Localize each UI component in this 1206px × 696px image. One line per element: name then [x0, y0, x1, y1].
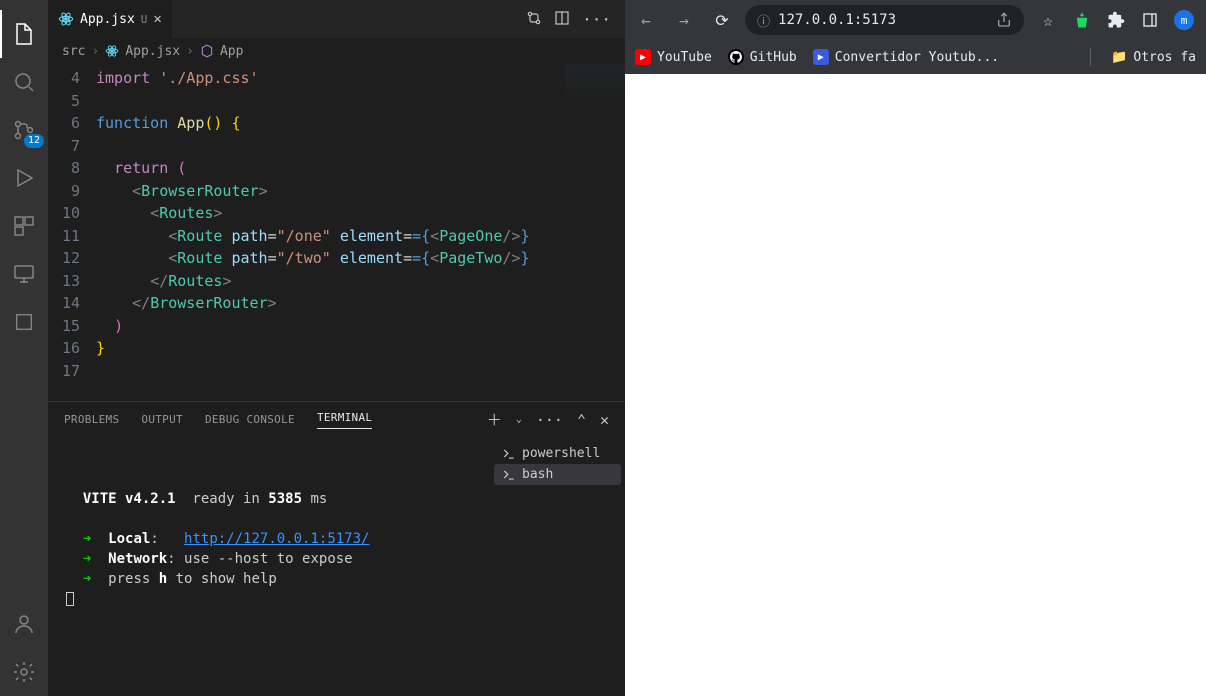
terminal-shell-icon: [502, 447, 516, 461]
address-bar[interactable]: ⓘ 127.0.0.1:5173: [745, 5, 1024, 35]
url-text: 127.0.0.1:5173: [778, 12, 988, 28]
tab-actions: ···: [526, 10, 625, 29]
react-file-icon: [105, 44, 119, 58]
browser-viewport[interactable]: [625, 74, 1206, 696]
browser-window: ← → ⟳ ⓘ 127.0.0.1:5173 ☆ m: [625, 0, 1206, 696]
tab-terminal[interactable]: TERMINAL: [317, 411, 372, 429]
tab-filename: App.jsx: [80, 12, 135, 27]
vscode-window: 12 App.jsx U ✕: [0, 0, 625, 696]
reload-button[interactable]: ⟳: [707, 5, 737, 35]
code-content[interactable]: import './App.css' function App() { retu…: [96, 64, 625, 401]
bottom-panel: PROBLEMS OUTPUT DEBUG CONSOLE TERMINAL ＋…: [48, 401, 625, 696]
terminal-powershell[interactable]: powershell: [494, 443, 621, 464]
tab-app-jsx[interactable]: App.jsx U ✕: [48, 0, 172, 38]
tab-output[interactable]: OUTPUT: [141, 413, 183, 426]
panel-tabs: PROBLEMS OUTPUT DEBUG CONSOLE TERMINAL ＋…: [48, 402, 625, 437]
bookmark-github[interactable]: GitHub: [728, 49, 797, 65]
bookmark-folder-otros[interactable]: 📁 Otros fa: [1111, 50, 1196, 65]
tab-bar: App.jsx U ✕ ···: [48, 0, 625, 38]
compare-changes-icon[interactable]: [526, 10, 542, 29]
profile-avatar[interactable]: m: [1172, 8, 1196, 32]
github-icon: [728, 49, 744, 65]
explorer-icon[interactable]: [0, 10, 48, 58]
terminal-output[interactable]: VITE v4.2.1 ready in 5385 ms ➜ Local: ht…: [48, 437, 490, 696]
back-button[interactable]: ←: [631, 5, 661, 35]
forward-button[interactable]: →: [669, 5, 699, 35]
terminal-dropdown-icon[interactable]: ⌄: [516, 414, 522, 425]
share-icon[interactable]: [996, 12, 1012, 28]
tab-close-icon[interactable]: ✕: [153, 11, 161, 27]
terminal-list: powershell bash: [490, 437, 625, 696]
extensions-icon[interactable]: [0, 202, 48, 250]
remote-icon[interactable]: [0, 250, 48, 298]
bookmark-youtube[interactable]: ▶ YouTube: [635, 49, 712, 65]
bookmarks-bar: ▶ YouTube GitHub ▶ Convertidor Youtub...…: [625, 40, 1206, 74]
maximize-panel-icon[interactable]: ⌃: [577, 411, 586, 429]
more-panel-actions-icon[interactable]: ···: [536, 411, 563, 429]
code-editor[interactable]: 4 5 6 7 8 9 10 11 12 13 14 15 16 17 impo…: [48, 64, 625, 401]
source-control-badge: 12: [24, 134, 44, 148]
tab-dirty-indicator: U: [141, 13, 148, 26]
window-icon[interactable]: [0, 298, 48, 346]
side-panel-icon[interactable]: [1138, 8, 1162, 32]
split-editor-icon[interactable]: [554, 10, 570, 29]
react-file-icon: [58, 11, 74, 27]
symbol-icon: [200, 44, 214, 58]
run-debug-icon[interactable]: [0, 154, 48, 202]
tab-debug-console[interactable]: DEBUG CONSOLE: [205, 413, 295, 426]
folder-icon: 📁: [1111, 50, 1127, 65]
terminal-shell-icon: [502, 468, 516, 482]
breadcrumb-file: App.jsx: [125, 44, 180, 59]
extension-icon[interactable]: [1070, 8, 1094, 32]
breadcrumb-folder: src: [62, 44, 85, 59]
close-panel-icon[interactable]: ✕: [600, 411, 609, 429]
more-actions-icon[interactable]: ···: [582, 10, 611, 29]
tab-problems[interactable]: PROBLEMS: [64, 413, 119, 426]
youtube-icon: ▶: [635, 49, 651, 65]
minimap[interactable]: [565, 64, 625, 104]
new-terminal-icon[interactable]: ＋: [487, 409, 502, 430]
activity-bar: 12: [0, 0, 48, 696]
source-control-icon[interactable]: 12: [0, 106, 48, 154]
bookmark-star-icon[interactable]: ☆: [1036, 8, 1060, 32]
line-number-gutter: 4 5 6 7 8 9 10 11 12 13 14 15 16 17: [48, 64, 96, 401]
chevron-right-icon: ›: [91, 44, 99, 59]
extensions-puzzle-icon[interactable]: [1104, 8, 1128, 32]
breadcrumb-symbol: App: [220, 44, 243, 59]
bookmark-convertidor[interactable]: ▶ Convertidor Youtub...: [813, 49, 999, 65]
breadcrumb[interactable]: src › App.jsx › App: [48, 38, 625, 64]
bookmark-divider: [1090, 48, 1091, 66]
site-info-icon[interactable]: ⓘ: [757, 11, 770, 30]
convertidor-icon: ▶: [813, 49, 829, 65]
editor-area: App.jsx U ✕ ··· src › App.jsx › App 4: [48, 0, 625, 696]
account-icon[interactable]: [0, 600, 48, 648]
browser-toolbar: ← → ⟳ ⓘ 127.0.0.1:5173 ☆ m: [625, 0, 1206, 40]
terminal-cursor: [66, 592, 74, 606]
chevron-right-icon: ›: [186, 44, 194, 59]
terminal-bash[interactable]: bash: [494, 464, 621, 485]
search-icon[interactable]: [0, 58, 48, 106]
settings-icon[interactable]: [0, 648, 48, 696]
